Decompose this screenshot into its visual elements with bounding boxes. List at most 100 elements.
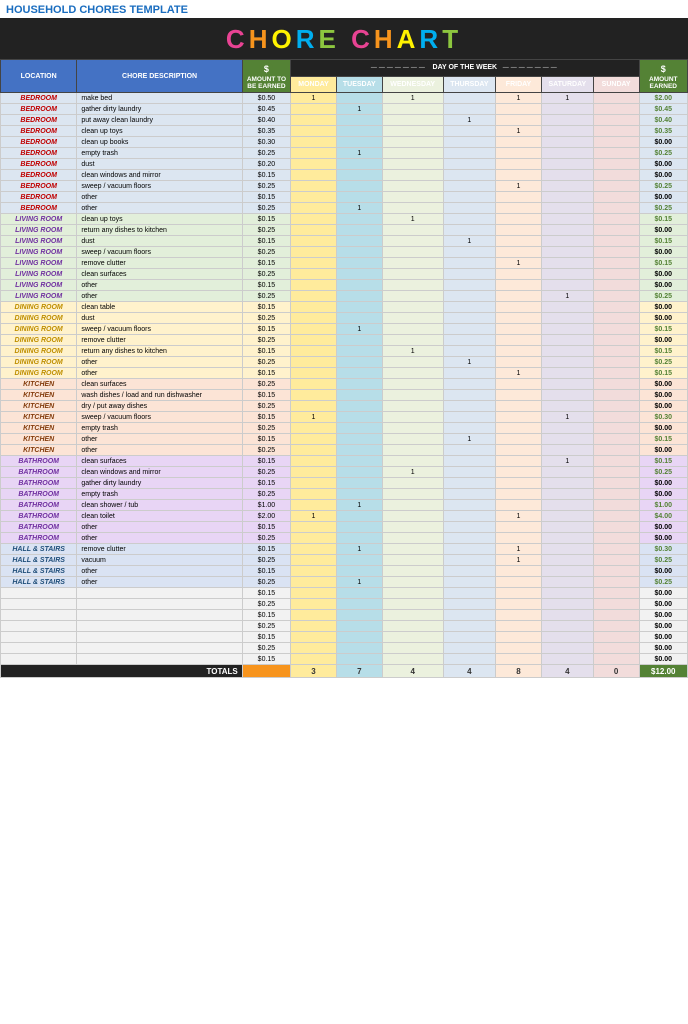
day-cell-fri — [496, 566, 542, 577]
day-cell-sun — [593, 566, 639, 577]
location-cell: LIVING ROOM — [1, 225, 77, 236]
chore-cell: gather dirty laundry — [77, 478, 242, 489]
day-cell-sat — [541, 599, 593, 610]
day-cell-sat — [541, 192, 593, 203]
location-cell: DINING ROOM — [1, 346, 77, 357]
location-cell: BATHROOM — [1, 456, 77, 467]
day-cell-sat — [541, 247, 593, 258]
day-cell-tue — [336, 214, 382, 225]
day-cell-thu — [443, 247, 495, 258]
header-tuesday: TUESDAY — [336, 76, 382, 93]
amount-earned-cell: $0.00 — [639, 302, 687, 313]
day-cell-wed — [382, 610, 443, 621]
day-cell-sun — [593, 214, 639, 225]
amount-earned-cell: $0.15 — [639, 324, 687, 335]
chore-cell: other — [77, 445, 242, 456]
location-cell: DINING ROOM — [1, 335, 77, 346]
day-cell-fri — [496, 390, 542, 401]
day-cell-fri — [496, 280, 542, 291]
day-cell-wed — [382, 225, 443, 236]
day-cell-fri — [496, 621, 542, 632]
day-cell-sat — [541, 467, 593, 478]
day-cell-tue — [336, 434, 382, 445]
table-row: DINING ROOMdust$0.25$0.00 — [1, 313, 688, 324]
amount-earned-cell: $0.15 — [639, 258, 687, 269]
day-cell-sun — [593, 478, 639, 489]
location-cell: BEDROOM — [1, 115, 77, 126]
day-cell-tue — [336, 137, 382, 148]
amount-earned-cell: $0.15 — [639, 346, 687, 357]
table-row: BEDROOMput away clean laundry$0.401$0.40 — [1, 115, 688, 126]
day-cell-wed — [382, 489, 443, 500]
day-cell-mon — [291, 148, 337, 159]
location-cell: BEDROOM — [1, 192, 77, 203]
amount-earned-cell: $2.00 — [639, 93, 687, 104]
day-cell-tue: 1 — [336, 577, 382, 588]
day-cell-sat — [541, 214, 593, 225]
amount-to-earn-cell: $0.25 — [242, 225, 290, 236]
day-cell-wed — [382, 621, 443, 632]
day-cell-wed — [382, 258, 443, 269]
amount-to-earn-cell: $0.15 — [242, 632, 290, 643]
day-cell-tue — [336, 610, 382, 621]
day-cell-sun — [593, 181, 639, 192]
day-cell-mon — [291, 159, 337, 170]
day-cell-mon — [291, 324, 337, 335]
day-cell-thu — [443, 511, 495, 522]
day-cell-thu — [443, 379, 495, 390]
location-cell: BATHROOM — [1, 500, 77, 511]
amount-earned-cell: $0.00 — [639, 445, 687, 456]
amount-to-earn-cell: $0.15 — [242, 214, 290, 225]
amount-earned-cell: $0.00 — [639, 522, 687, 533]
day-cell-wed — [382, 269, 443, 280]
day-cell-sun — [593, 588, 639, 599]
day-cell-wed — [382, 478, 443, 489]
table-row: BEDROOMclean up toys$0.351$0.35 — [1, 126, 688, 137]
chore-cell: clean surfaces — [77, 379, 242, 390]
day-cell-wed: 1 — [382, 214, 443, 225]
day-cell-thu — [443, 159, 495, 170]
location-cell — [1, 654, 77, 665]
day-cell-wed — [382, 632, 443, 643]
day-cell-thu — [443, 192, 495, 203]
chore-cell: sweep / vacuum floors — [77, 181, 242, 192]
amount-to-earn-cell: $0.15 — [242, 566, 290, 577]
day-cell-tue — [336, 533, 382, 544]
day-cell-tue — [336, 368, 382, 379]
day-cell-thu — [443, 324, 495, 335]
chore-cell: dust — [77, 159, 242, 170]
day-cell-thu — [443, 544, 495, 555]
table-row: BATHROOMempty trash$0.25$0.00 — [1, 489, 688, 500]
day-cell-tue — [336, 654, 382, 665]
day-cell-fri — [496, 225, 542, 236]
day-cell-mon — [291, 599, 337, 610]
amount-earned-cell: $0.40 — [639, 115, 687, 126]
totals-amount — [242, 665, 290, 678]
day-cell-tue — [336, 225, 382, 236]
amount-earned-cell: $0.15 — [639, 434, 687, 445]
chore-cell: other — [77, 566, 242, 577]
day-cell-fri — [496, 599, 542, 610]
table-row: BATHROOMother$0.15$0.00 — [1, 522, 688, 533]
day-cell-mon — [291, 445, 337, 456]
day-cell-sat — [541, 500, 593, 511]
dollar-icon-earned: $ — [656, 62, 670, 76]
chore-cell — [77, 643, 242, 654]
day-cell-thu — [443, 643, 495, 654]
amount-to-earn-cell: $0.15 — [242, 324, 290, 335]
table-row: DINING ROOMother$0.251$0.25 — [1, 357, 688, 368]
day-cell-sun — [593, 225, 639, 236]
day-cell-thu — [443, 423, 495, 434]
day-cell-mon — [291, 467, 337, 478]
day-cell-sat — [541, 489, 593, 500]
amount-to-earn-cell: $0.25 — [242, 247, 290, 258]
amount-to-earn-cell: $0.30 — [242, 137, 290, 148]
day-cell-sun — [593, 500, 639, 511]
day-cell-sun — [593, 313, 639, 324]
day-cell-mon — [291, 456, 337, 467]
day-cell-sat — [541, 555, 593, 566]
day-cell-mon — [291, 137, 337, 148]
table-row: $0.25$0.00 — [1, 599, 688, 610]
location-cell: BEDROOM — [1, 93, 77, 104]
day-cell-thu — [443, 225, 495, 236]
